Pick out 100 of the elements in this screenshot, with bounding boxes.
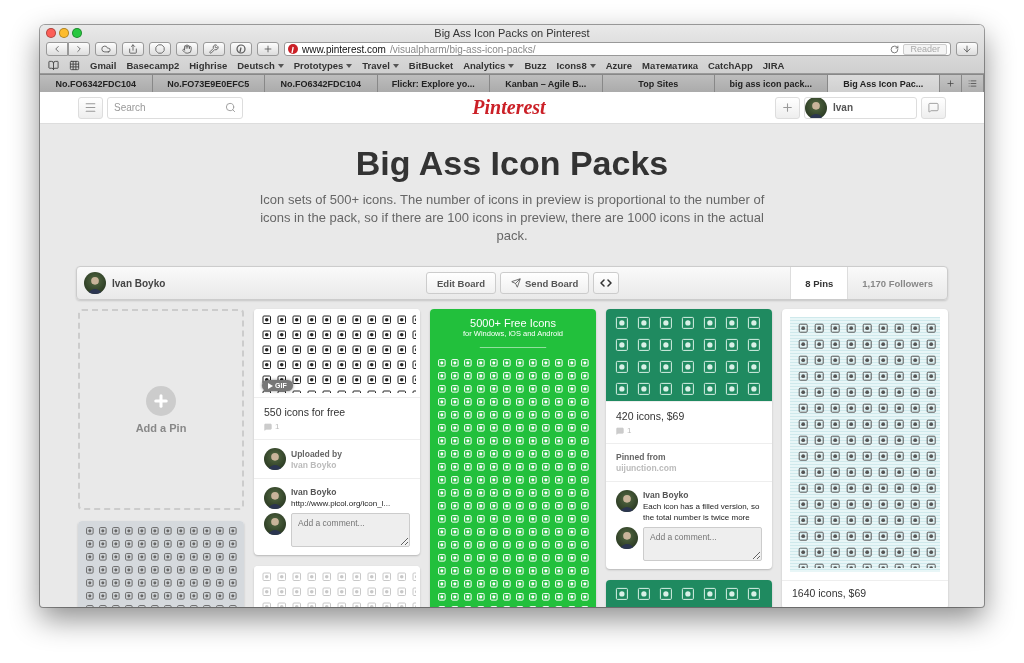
speech-bubble-icon — [928, 102, 939, 113]
comment-text: Each icon has a filled version, so the total number is twice more — [643, 501, 761, 523]
share-button[interactable] — [122, 42, 144, 56]
source-label: Uploaded by — [291, 448, 342, 459]
reload-icon[interactable] — [890, 44, 900, 54]
comment-text: http://www.picol.org/icon_l... — [291, 498, 391, 509]
bookmark[interactable]: Gmail — [90, 60, 117, 71]
back-button[interactable] — [46, 42, 68, 56]
comment-field[interactable]: Add a comment... — [643, 527, 762, 561]
board-stat-tab[interactable]: 8 Pins — [790, 267, 848, 299]
avatar — [616, 490, 638, 512]
send-board-button[interactable]: Send Board — [500, 272, 590, 294]
hand-button[interactable] — [176, 42, 198, 56]
wrench-icon — [209, 44, 219, 54]
cloud-button[interactable] — [95, 42, 117, 56]
octagon-icon — [155, 44, 165, 54]
pin-circle-icon — [236, 44, 246, 54]
browser-tab[interactable]: Top Sites — [602, 75, 715, 92]
avatar — [84, 272, 106, 294]
code-icon — [600, 277, 613, 289]
share-icon — [128, 44, 138, 54]
embed-button[interactable] — [593, 272, 620, 294]
bookmark[interactable]: Icons8 — [556, 60, 596, 71]
list-icon — [968, 79, 977, 88]
back-icon — [52, 44, 62, 54]
caret-icon — [346, 63, 353, 68]
caret-icon — [277, 63, 284, 68]
wrench-button[interactable] — [203, 42, 225, 56]
browser-tab[interactable]: Big Ass Icon Pac... — [827, 75, 940, 92]
site-icon — [288, 44, 298, 54]
plus-icon — [146, 385, 176, 416]
url-path: /visualpharm/big-ass-icon-packs/ — [389, 43, 537, 55]
browser-tab[interactable]: Flickr: Explore yo... — [377, 75, 490, 92]
bookmark[interactable]: Highrise — [189, 60, 228, 71]
comment-count: 1 — [616, 426, 762, 435]
search-icon — [225, 102, 236, 113]
comment-field[interactable]: Add a comment... — [291, 513, 410, 547]
caret-icon — [589, 63, 596, 68]
bookmark[interactable]: Azure — [605, 60, 633, 71]
menu-button[interactable] — [78, 96, 103, 119]
bookmark[interactable]: Basecamp2 — [126, 60, 180, 71]
comment-icon — [616, 426, 624, 435]
browser-tab[interactable]: big ass icon pack... — [715, 75, 828, 92]
board-description: Icon sets of 500+ icons. The number of icons in preview is proportional to the number of icons in the pack, so if there are 100 icons in preview, there are 1000 icons in the actual pack. — [258, 191, 766, 245]
pin-description: 550 icons for free — [264, 406, 347, 418]
add-pin-label: Add a Pin — [135, 421, 187, 434]
bookmark[interactable]: Deutsch — [237, 60, 284, 71]
download-icon — [962, 44, 972, 54]
browser-tab[interactable]: Kanban – Agile B... — [490, 75, 603, 92]
avatar — [616, 527, 638, 549]
comment-count: 1 — [264, 422, 410, 431]
browser-tab[interactable]: No.FO6342FDC104 — [40, 75, 153, 92]
comment-author[interactable]: Ivan Boyko — [291, 487, 391, 497]
user-button[interactable]: Ivan — [804, 96, 917, 119]
close-button[interactable] — [46, 27, 56, 38]
source-label: Pinned from — [616, 452, 667, 462]
bookmark[interactable]: Prototypes — [293, 60, 353, 71]
bookmark[interactable]: BitBucket — [408, 60, 454, 71]
menu-icon — [84, 101, 97, 114]
bookmark[interactable]: Математика — [642, 60, 698, 71]
bookmark[interactable]: Travel — [362, 60, 399, 71]
notifications-button[interactable] — [921, 96, 946, 119]
minimize-button[interactable] — [59, 27, 69, 38]
new-tab-button[interactable] — [940, 75, 962, 92]
site-logo[interactable]: Pinterest — [247, 96, 771, 119]
grid-icon[interactable] — [69, 60, 80, 71]
cloud-icon — [101, 44, 111, 54]
comment-author[interactable]: Ivan Boyko — [643, 490, 762, 500]
bookmark[interactable]: Analytics — [463, 60, 515, 71]
bookmark[interactable]: Buzz — [524, 60, 547, 71]
browser-tab[interactable]: No.FO73E9E0EFC5 — [152, 75, 265, 92]
bookmark[interactable]: CatchApp — [707, 60, 753, 71]
tab-list-button[interactable] — [962, 75, 984, 92]
plus-icon — [263, 44, 273, 54]
bookmark[interactable]: JIRA — [762, 60, 785, 71]
avatar — [264, 448, 286, 470]
comment-icon — [264, 422, 272, 431]
edit-board-button[interactable]: Edit Board — [426, 272, 497, 294]
book-icon[interactable] — [48, 60, 59, 71]
forward-button[interactable] — [68, 42, 90, 56]
add-pin-button[interactable] — [775, 96, 800, 119]
avatar — [805, 97, 827, 118]
poster-heading: 5000+ Free Icons — [470, 317, 556, 329]
avatar — [264, 487, 286, 509]
search-placeholder: Search — [114, 102, 146, 113]
board-title: Big Ass Icon Packs — [355, 144, 669, 183]
download-button[interactable] — [956, 42, 978, 56]
octagon-button[interactable] — [149, 42, 171, 56]
zoom-button[interactable] — [72, 27, 82, 38]
owner-name[interactable]: Ivan Boyko — [112, 277, 166, 289]
url-domain: www.pinterest.com — [302, 43, 386, 55]
hand-icon — [182, 44, 192, 54]
forward-icon — [74, 44, 84, 54]
pin-description: 420 icons, $69 — [616, 410, 686, 422]
pin-description: 1640 icons, $69 — [792, 587, 868, 599]
plus-icon — [946, 79, 955, 88]
add-button[interactable] — [257, 42, 279, 56]
pin-button[interactable] — [230, 42, 252, 56]
browser-tab[interactable]: No.FO6342FDC104 — [265, 75, 378, 92]
address-field[interactable]: www.pinterest.com /visualpharm/big-ass-icon-packs/ Reader — [284, 42, 951, 56]
